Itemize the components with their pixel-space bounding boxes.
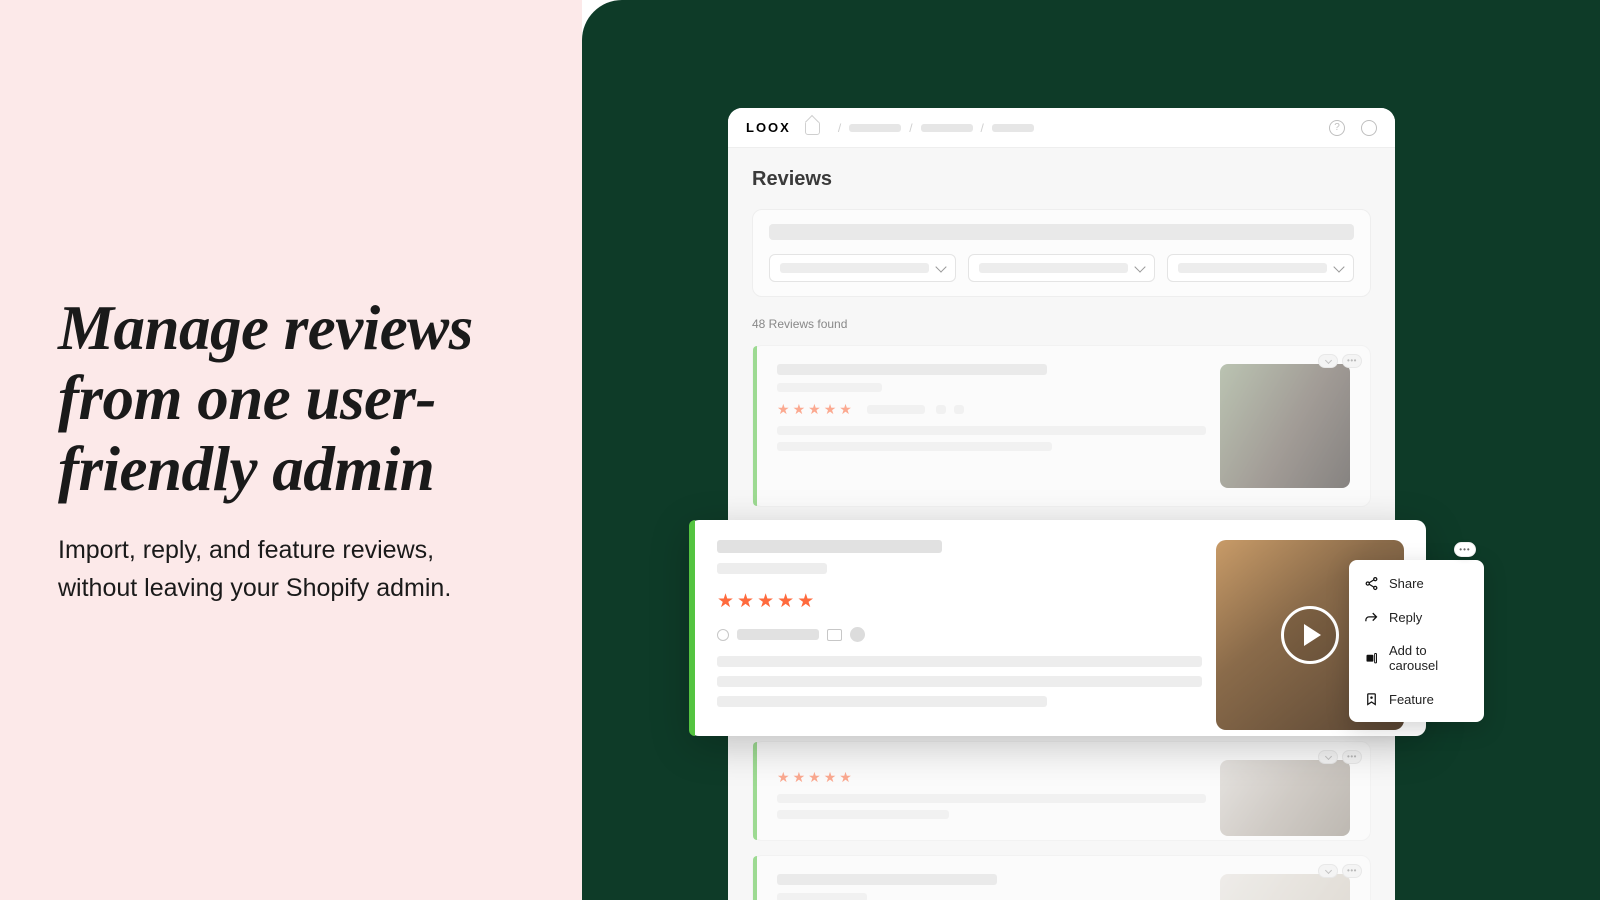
breadcrumb-separator: /: [981, 121, 984, 135]
hero-headline: Manage reviews from one user-friendly ad…: [58, 293, 524, 505]
help-icon[interactable]: ?: [1329, 120, 1345, 136]
search-input[interactable]: [769, 224, 1354, 240]
filters-panel: [752, 209, 1371, 297]
chevron-down-icon: [1134, 261, 1145, 272]
filter-dropdown[interactable]: [1167, 254, 1354, 282]
card-menu[interactable]: •••: [1342, 354, 1362, 368]
menu-share[interactable]: Share: [1349, 566, 1484, 600]
star-rating: ★★★★★: [777, 770, 1206, 784]
breadcrumb-item[interactable]: [921, 124, 973, 132]
breadcrumb-separator: /: [909, 121, 912, 135]
review-card[interactable]: ★★★★★ •••: [752, 345, 1371, 507]
play-icon: [1281, 606, 1339, 664]
filter-dropdown[interactable]: [968, 254, 1155, 282]
chevron-down-icon: [1333, 261, 1344, 272]
carousel-icon: [1363, 650, 1379, 666]
admin-header: LOOX / / / ?: [728, 108, 1395, 148]
menu-feature-label: Feature: [1389, 692, 1434, 707]
chevron-down-icon: [935, 261, 946, 272]
breadcrumb-item[interactable]: [849, 124, 901, 132]
review-thumbnail[interactable]: [1220, 760, 1350, 836]
account-icon[interactable]: [1361, 120, 1377, 136]
status-accent: [753, 346, 757, 506]
review-card-expanded[interactable]: ★★★★★: [689, 520, 1426, 736]
share-icon: [1363, 575, 1379, 591]
filter-dropdown[interactable]: [769, 254, 956, 282]
menu-reply[interactable]: Reply: [1349, 600, 1484, 634]
star-rating: ★★★★★: [717, 592, 1202, 611]
breadcrumb-separator: /: [838, 121, 841, 135]
status-accent: [689, 520, 695, 736]
reply-icon: [1363, 609, 1379, 625]
card-menu[interactable]: •••: [1342, 750, 1362, 764]
card-toggle[interactable]: [1318, 864, 1338, 878]
menu-reply-label: Reply: [1389, 610, 1422, 625]
user-avatar-icon: [717, 629, 729, 641]
menu-add-to-carousel[interactable]: Add to carousel: [1349, 634, 1484, 682]
email-icon: [827, 629, 842, 641]
card-toggle[interactable]: [1318, 750, 1338, 764]
breadcrumb-item[interactable]: [992, 124, 1034, 132]
logo: LOOX: [746, 120, 791, 135]
verified-icon: [850, 627, 865, 642]
menu-add-to-carousel-label: Add to carousel: [1389, 643, 1470, 673]
card-toggle[interactable]: [1318, 354, 1338, 368]
menu-feature[interactable]: Feature: [1349, 682, 1484, 716]
status-accent: [753, 856, 757, 900]
review-card[interactable]: ★★★★★ •••: [752, 741, 1371, 841]
star-rating: ★★★★★: [777, 402, 1206, 416]
results-count: 48 Reviews found: [752, 317, 1371, 331]
status-accent: [753, 742, 757, 840]
card-menu-trigger[interactable]: •••: [1454, 542, 1476, 557]
review-actions-menu: ••• Share Reply Add to carousel Feature: [1349, 560, 1484, 722]
review-thumbnail[interactable]: [1220, 364, 1350, 488]
hero-panel: Manage reviews from one user-friendly ad…: [0, 0, 582, 900]
home-icon[interactable]: [805, 121, 820, 135]
feature-icon: [1363, 691, 1379, 707]
review-card[interactable]: •••: [752, 855, 1371, 900]
menu-share-label: Share: [1389, 576, 1424, 591]
card-menu[interactable]: •••: [1342, 864, 1362, 878]
page-title: Reviews: [752, 168, 1371, 191]
hero-subtext: Import, reply, and feature reviews, with…: [58, 532, 498, 607]
admin-window: LOOX / / / ? Reviews 48 Reviews found: [728, 108, 1395, 900]
